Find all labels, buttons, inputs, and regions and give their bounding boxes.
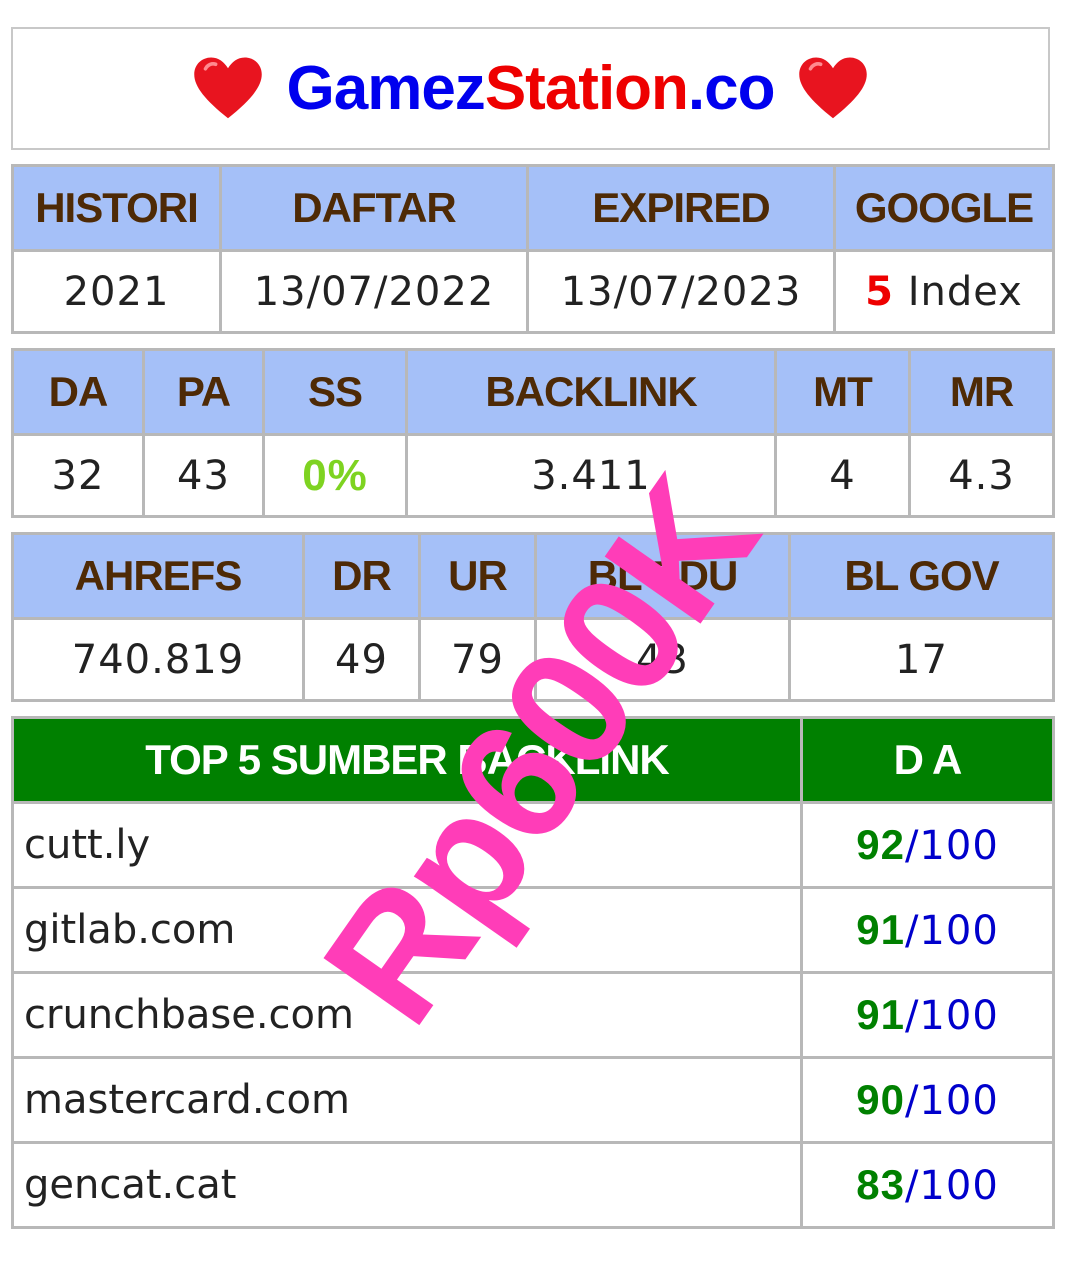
header-top-sources: TOP 5 SUMBER BACKLINK bbox=[11, 716, 803, 804]
source-da-max: /100 bbox=[904, 823, 999, 869]
header-bl-edu: BL EDU bbox=[534, 532, 791, 620]
value-daftar: 13/07/2022 bbox=[219, 249, 529, 334]
table-row: 2021 13/07/2022 13/07/2023 5 Index bbox=[11, 249, 1055, 334]
table-row: mastercard.com 90/100 bbox=[11, 1056, 1055, 1144]
table-header-row: TOP 5 SUMBER BACKLINK D A bbox=[11, 716, 1055, 804]
header-ss: SS bbox=[262, 348, 408, 436]
header-daftar: DAFTAR bbox=[219, 164, 529, 252]
header-bl-gov: BL GOV bbox=[788, 532, 1055, 620]
header-mt: MT bbox=[774, 348, 911, 436]
source-da-max: /100 bbox=[904, 1163, 999, 1209]
header-ahrefs: AHREFS bbox=[11, 532, 305, 620]
source-da-value: 90 bbox=[856, 1076, 905, 1123]
table-row: 32 43 0% 3.411 4 4.3 bbox=[11, 433, 1055, 518]
value-ur: 79 bbox=[418, 617, 537, 702]
table-header-row: HISTORI DAFTAR EXPIRED GOOGLE bbox=[11, 164, 1055, 252]
site-title: Gamez Station .co bbox=[170, 53, 890, 125]
heart-icon bbox=[194, 57, 263, 118]
google-index-label: Index bbox=[894, 268, 1023, 315]
value-google: 5 Index bbox=[833, 249, 1055, 334]
value-ss: 0% bbox=[262, 433, 408, 518]
header-da-score: D A bbox=[800, 716, 1055, 804]
value-pa: 43 bbox=[142, 433, 265, 518]
site-title-banner: Gamez Station .co bbox=[11, 27, 1050, 150]
value-dr: 49 bbox=[302, 617, 421, 702]
table-row: gitlab.com 91/100 bbox=[11, 886, 1055, 974]
value-mt: 4 bbox=[774, 433, 911, 518]
value-expired: 13/07/2023 bbox=[526, 249, 836, 334]
value-backlink: 3.411 bbox=[405, 433, 777, 518]
header-pa: PA bbox=[142, 348, 265, 436]
header-histori: HISTORI bbox=[11, 164, 222, 252]
value-mr: 4.3 bbox=[908, 433, 1055, 518]
header-backlink: BACKLINK bbox=[405, 348, 777, 436]
source-da: 92/100 bbox=[800, 801, 1055, 889]
title-part-station: Station bbox=[484, 54, 689, 123]
value-bl-gov: 17 bbox=[788, 617, 1055, 702]
moz-metrics-table: DA PA SS BACKLINK MT MR 32 43 0% 3.411 4… bbox=[11, 348, 1055, 518]
source-da-value: 91 bbox=[856, 991, 905, 1038]
value-histori: 2021 bbox=[11, 249, 222, 334]
table-row: gencat.cat 83/100 bbox=[11, 1141, 1055, 1229]
value-bl-edu: 43 bbox=[534, 617, 791, 702]
table-header-row: DA PA SS BACKLINK MT MR bbox=[11, 348, 1055, 436]
source-da-value: 91 bbox=[856, 906, 905, 953]
ahrefs-metrics-table: AHREFS DR UR BL EDU BL GOV 740.819 49 79… bbox=[11, 532, 1055, 702]
heart-icon bbox=[798, 57, 867, 118]
source-da: 90/100 bbox=[800, 1056, 1055, 1144]
google-index-count: 5 bbox=[865, 268, 894, 315]
value-da: 32 bbox=[11, 433, 145, 518]
source-da-max: /100 bbox=[904, 1078, 999, 1124]
title-part-gamez: Gamez bbox=[286, 54, 485, 123]
header-dr: DR bbox=[302, 532, 421, 620]
value-ahrefs: 740.819 bbox=[11, 617, 305, 702]
source-da-max: /100 bbox=[904, 908, 999, 954]
source-da: 91/100 bbox=[800, 886, 1055, 974]
header-expired: EXPIRED bbox=[526, 164, 836, 252]
source-da: 91/100 bbox=[800, 971, 1055, 1059]
header-google: GOOGLE bbox=[833, 164, 1055, 252]
source-da-value: 92 bbox=[856, 821, 905, 868]
top-backlink-sources-table: TOP 5 SUMBER BACKLINK D A cutt.ly 92/100… bbox=[11, 716, 1055, 1229]
header-mr: MR bbox=[908, 348, 1055, 436]
source-site: crunchbase.com bbox=[11, 971, 803, 1059]
source-da-max: /100 bbox=[904, 993, 999, 1039]
table-row: cutt.ly 92/100 bbox=[11, 801, 1055, 889]
header-ur: UR bbox=[418, 532, 537, 620]
source-site: gitlab.com bbox=[11, 886, 803, 974]
header-da: DA bbox=[11, 348, 145, 436]
source-site: gencat.cat bbox=[11, 1141, 803, 1229]
domain-history-table: HISTORI DAFTAR EXPIRED GOOGLE 2021 13/07… bbox=[11, 164, 1055, 334]
table-header-row: AHREFS DR UR BL EDU BL GOV bbox=[11, 532, 1055, 620]
title-part-co: .co bbox=[687, 54, 776, 123]
table-row: 740.819 49 79 43 17 bbox=[11, 617, 1055, 702]
source-da: 83/100 bbox=[800, 1141, 1055, 1229]
source-site: mastercard.com bbox=[11, 1056, 803, 1144]
table-row: crunchbase.com 91/100 bbox=[11, 971, 1055, 1059]
source-da-value: 83 bbox=[856, 1161, 905, 1208]
source-site: cutt.ly bbox=[11, 801, 803, 889]
